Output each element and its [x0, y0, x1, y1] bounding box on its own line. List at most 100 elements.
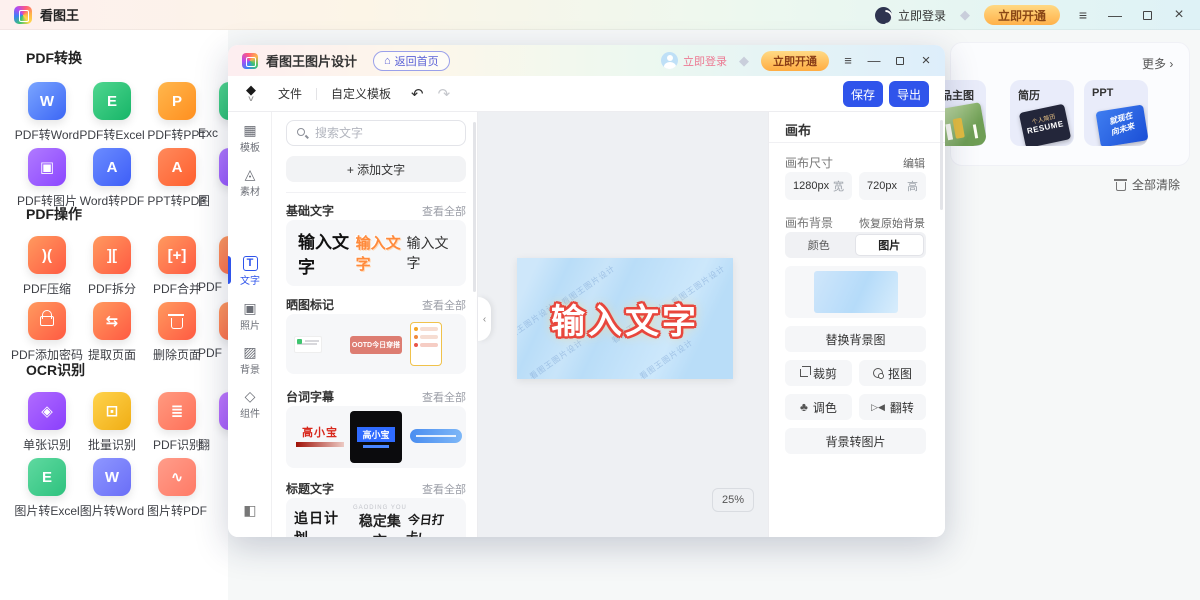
view-all-link[interactable]: 查看全部	[422, 389, 466, 405]
bg-preview-card	[785, 266, 926, 318]
panel-scrollbar[interactable]	[473, 122, 476, 292]
replace-bg-button[interactable]: 替换背景图	[785, 326, 926, 352]
tab-template[interactable]: ▦ 模板	[228, 122, 272, 154]
tool-extract-pages[interactable]: ⇆ 提取页面	[93, 302, 131, 340]
menu-custom-template[interactable]: 自定义模板	[331, 85, 391, 102]
tab-color[interactable]: 颜色	[785, 232, 853, 258]
text-sample-bold[interactable]: 输入文字	[298, 228, 356, 278]
flip-button[interactable]: ▷◀ 翻转	[859, 394, 926, 420]
tool-word-to-pdf[interactable]: A Word转PDF	[93, 148, 131, 186]
tool-pdf-to-image[interactable]: ▣ PDF转图片	[28, 148, 66, 186]
export-button[interactable]: 导出	[889, 81, 929, 107]
tool-pdf-split[interactable]: ][ PDF拆分	[93, 236, 131, 274]
subtitle-dark-thumbnail[interactable]: 高小宝	[350, 411, 402, 463]
divider	[769, 142, 945, 143]
bg-preview-thumbnail[interactable]	[814, 271, 898, 313]
editor-logo-menu[interactable]: ◆ ∨	[246, 85, 256, 103]
text-sample-regular[interactable]: 输入文字	[407, 233, 454, 273]
tool-pdf-merge[interactable]: [+] PDF合并	[158, 236, 196, 274]
view-all-link[interactable]: 查看全部	[422, 203, 466, 219]
split-icon: ][	[93, 236, 131, 274]
app-titlebar: 看图王 立即登录 ◆ 立即开通 ≡ — ×	[0, 0, 1200, 30]
upgrade-button[interactable]: 立即开通	[984, 5, 1060, 25]
clear-all-button[interactable]: 全部清除	[1116, 176, 1180, 193]
edit-size-link[interactable]: 编辑	[903, 155, 925, 171]
tool-single-ocr[interactable]: ◈ 单张识别	[28, 392, 66, 430]
tool-pdf-to-ppt[interactable]: P PDF转PPT	[158, 82, 196, 120]
tab-assets[interactable]: ◬ 素材	[228, 166, 272, 198]
collapse-panel-button[interactable]: ◧	[228, 502, 272, 518]
bg-to-image-button[interactable]: 背景转图片	[785, 428, 926, 454]
collapse-handle[interactable]: ‹	[478, 297, 491, 341]
canvas-artboard[interactable]: 看图王图片设计 看图王图片设计 看图王图片设计 看图王图片设计 看图王图片设计 …	[517, 258, 733, 379]
ootd-mark-thumbnail[interactable]: OOTD今日穿搭	[350, 336, 402, 354]
tool-image-to-word[interactable]: W 图片转Word	[93, 458, 131, 496]
section-pdf-ops: PDF操作	[26, 204, 82, 224]
palette-icon: ♣	[800, 400, 808, 414]
login-button[interactable]: 立即登录	[875, 7, 946, 24]
diamond-logo-icon: ◆	[246, 85, 256, 94]
maximize-button[interactable]	[1138, 0, 1156, 30]
cutout-button[interactable]: 抠图	[859, 360, 926, 386]
menu-icon[interactable]: ≡	[1074, 0, 1092, 30]
tool-pdf-ocr[interactable]: ≣ PDF识别	[158, 392, 196, 430]
title-sample-3[interactable]: 今日打卡!	[405, 511, 459, 537]
note-mark-thumbnail[interactable]	[294, 336, 322, 353]
text-sample-outline[interactable]: 输入文字	[356, 232, 407, 274]
scan-single-icon: ◈	[28, 392, 66, 430]
tab-photo[interactable]: ▣ 照片	[228, 300, 272, 332]
tool-pdf-compress[interactable]: )( PDF压缩	[28, 236, 66, 274]
modal-menu-icon[interactable]: ≡	[841, 53, 855, 68]
checklist-mark-thumbnail[interactable]	[410, 322, 442, 366]
tool-image-to-excel[interactable]: E 图片转Excel	[28, 458, 66, 496]
minimize-button[interactable]: —	[1106, 0, 1124, 30]
close-button[interactable]: ×	[1170, 0, 1188, 30]
subtitle-red-thumbnail[interactable]: 高小宝	[296, 424, 344, 447]
crop-button[interactable]: 裁剪	[785, 360, 852, 386]
subtitle-blue-thumbnail[interactable]	[410, 429, 462, 443]
height-field[interactable]: 720px 高	[859, 172, 926, 200]
save-button[interactable]: 保存	[843, 81, 883, 107]
search-input[interactable]	[315, 121, 463, 145]
tool-ppt-to-pdf[interactable]: A PPT转PDF	[158, 148, 196, 186]
modal-upgrade-button[interactable]: 立即开通	[761, 51, 829, 71]
modal-minimize-button[interactable]: —	[867, 53, 881, 68]
redo-button[interactable]: ↷	[438, 85, 451, 103]
view-all-link[interactable]: 查看全部	[422, 481, 466, 497]
canvas-size-label: 画布尺寸	[785, 154, 833, 171]
undo-button[interactable]: ↶	[411, 85, 424, 103]
compress-icon: )(	[28, 236, 66, 274]
width-field[interactable]: 1280px 宽	[785, 172, 852, 200]
tab-components[interactable]: ◇ 组件	[228, 388, 272, 420]
template-icon: ▦	[228, 122, 272, 138]
template-card-resume[interactable]: 简历 个人简历 RESUME	[1010, 80, 1074, 146]
title-sample-2[interactable]: GAODING YOU 稳定集市	[353, 505, 408, 537]
tool-pdf-to-word[interactable]: W PDF转Word	[28, 82, 66, 120]
props-scrollbar[interactable]	[940, 120, 943, 210]
more-templates-link[interactable]: 更多 ›	[1142, 55, 1173, 72]
zoom-level-badge[interactable]: 25%	[712, 488, 754, 512]
adjust-color-button[interactable]: ♣ 调色	[785, 394, 852, 420]
tab-image[interactable]: 图片	[855, 234, 925, 256]
section-basic-text: 基础文字 查看全部	[286, 202, 466, 219]
back-home-button[interactable]: ⌂ 返回首页	[373, 51, 450, 71]
vip-diamond-icon: ◆	[960, 7, 970, 23]
tool-batch-ocr[interactable]: ⊡ 批量识别	[93, 392, 131, 430]
modal-login-button[interactable]: 立即登录	[661, 52, 727, 69]
tab-background[interactable]: ▨ 背景	[228, 344, 272, 376]
view-all-link[interactable]: 查看全部	[422, 297, 466, 313]
tab-text[interactable]: T 文字	[228, 255, 272, 287]
tool-image-to-pdf[interactable]: ∿ 图片转PDF	[158, 458, 196, 496]
template-card-ppt[interactable]: PPT 就现在 向未来	[1084, 80, 1148, 146]
basic-text-card: 输入文字 输入文字 输入文字	[286, 220, 466, 286]
menu-file[interactable]: 文件	[278, 85, 302, 102]
tool-pdf-password[interactable]: PDF添加密码	[28, 302, 66, 340]
restore-bg-link[interactable]: 恢复原始背景	[859, 215, 925, 231]
canvas-text-element[interactable]: 输入文字	[517, 258, 733, 379]
modal-maximize-button[interactable]	[893, 53, 907, 68]
tool-pdf-to-excel[interactable]: E PDF转Excel	[93, 82, 131, 120]
modal-close-button[interactable]: ×	[919, 52, 933, 69]
title-sample-1[interactable]: 追日计划	[294, 508, 353, 537]
tool-delete-pages[interactable]: 删除页面	[158, 302, 196, 340]
add-text-button[interactable]: + 添加文字	[286, 156, 466, 182]
